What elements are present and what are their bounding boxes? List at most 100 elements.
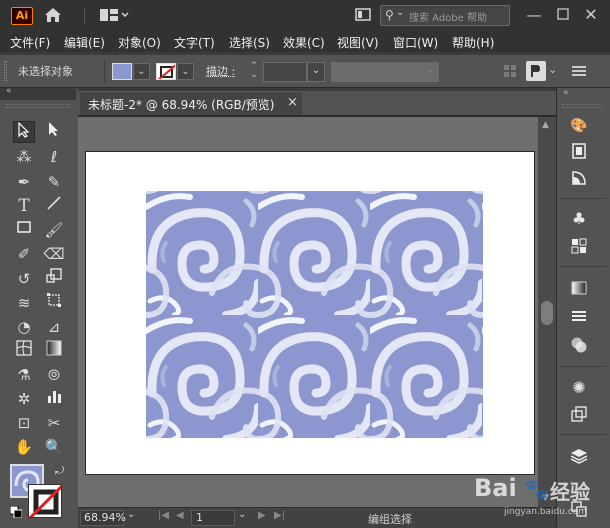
close-tab-icon[interactable]: ×	[287, 95, 298, 110]
stroke-color-box[interactable]	[28, 484, 62, 518]
lasso-tool-icon[interactable]: ℓ	[43, 146, 65, 168]
appearance-panel-icon[interactable]: ✺	[568, 378, 590, 398]
swatches-panel-icon[interactable]	[568, 238, 590, 258]
direct-selection-tool-icon[interactable]	[43, 121, 65, 143]
shape-builder-tool-icon[interactable]: ◔	[13, 316, 35, 338]
stroke-swatch[interactable]	[156, 63, 176, 80]
menu-bar: 文件(F) 编辑(E) 对象(O) 文字(T) 选择(S) 效果(C) 视图(V…	[0, 32, 610, 52]
scroll-thumb[interactable]	[541, 301, 553, 325]
default-fill-stroke-icon[interactable]	[9, 505, 23, 519]
close-window-button[interactable]: ✕	[579, 6, 603, 24]
artboard-number-field[interactable]: 1	[191, 510, 235, 526]
stroke-panel-icon[interactable]	[568, 308, 590, 328]
transparency-panel-icon[interactable]	[568, 336, 590, 356]
color-panel-icon[interactable]: 🎨	[568, 116, 590, 136]
eraser-tool-icon[interactable]: ⌫	[43, 243, 65, 265]
variable-width-profile	[331, 62, 421, 82]
color-guide-panel-icon[interactable]	[568, 143, 590, 163]
swirl-pattern-artwork[interactable]	[146, 191, 483, 438]
zoom-field[interactable]: 68.94%	[80, 510, 126, 526]
shaper-tool-icon[interactable]: ✐	[13, 243, 35, 265]
artboard-dropdown-icon[interactable]: ⌄	[238, 509, 246, 520]
stroke-label[interactable]: 描边 :	[206, 63, 235, 79]
document-tab[interactable]: 未标题-2* @ 68.94% (RGB/预览) ×	[80, 91, 302, 115]
pen-tool-icon[interactable]: ✒	[13, 171, 35, 193]
rotate-tool-icon[interactable]: ↺	[13, 268, 35, 290]
menu-effect[interactable]: 效果(C)	[283, 34, 325, 51]
stroke-dropdown[interactable]: ⌄	[177, 63, 194, 80]
curvature-tool-icon[interactable]: ✎	[43, 171, 65, 193]
fill-dropdown[interactable]: ⌄	[133, 63, 150, 80]
menu-select[interactable]: 选择(S)	[229, 34, 270, 51]
search-dropdown-icon: ⌄	[396, 7, 405, 18]
workspace-layout-icon[interactable]	[97, 7, 131, 27]
menu-object[interactable]: 对象(O)	[118, 34, 161, 51]
menu-help[interactable]: 帮助(H)	[452, 34, 494, 51]
blend-tool-icon[interactable]: ⦾	[43, 364, 65, 386]
artboard-tool-icon[interactable]: ⊡	[13, 412, 35, 434]
first-artboard-icon[interactable]: |◀	[158, 510, 169, 521]
collapse-tools-icon[interactable]: «	[6, 86, 12, 96]
layers-panel-icon[interactable]	[568, 447, 590, 467]
search-input[interactable]: ⚲ ⌄ 搜索 Adobe 帮助	[380, 5, 510, 26]
watermark-url: jingyan.baidu.com	[504, 507, 588, 517]
swap-fill-stroke-icon[interactable]: ⤾	[55, 464, 64, 478]
magic-wand-tool-icon[interactable]: ⁂	[13, 146, 35, 168]
color-themes-panel-icon[interactable]	[568, 170, 590, 190]
width-tool-icon[interactable]: ≋	[13, 292, 35, 314]
minimize-button[interactable]: —	[522, 6, 546, 24]
column-graph-tool-icon[interactable]	[43, 388, 65, 410]
menu-window[interactable]: 窗口(W)	[393, 34, 438, 51]
next-artboard-icon[interactable]: ▶	[258, 510, 266, 521]
control-bar: 未选择对象 ⌄ ⌄ 描边 : ⌃ ⌄ ⌄ ⌄ ⌄	[0, 55, 610, 88]
panel-menu-icon[interactable]	[572, 64, 586, 78]
ai-logo[interactable]: Ai	[11, 7, 33, 25]
vertical-scrollbar[interactable]: ▲ ▼	[538, 117, 556, 507]
align-grid-icon	[503, 64, 517, 78]
perspective-grid-tool-icon[interactable]: ⊿	[43, 316, 65, 338]
menu-edit[interactable]: 编辑(E)	[64, 34, 105, 51]
paintbrush-tool-icon[interactable]: 🖌	[43, 219, 65, 241]
graphic-styles-panel-icon[interactable]	[568, 406, 590, 426]
gradient-tool-icon[interactable]	[43, 340, 65, 362]
search-placeholder: 搜索 Adobe 帮助	[409, 13, 487, 24]
arrange-documents-icon[interactable]	[352, 7, 374, 27]
gradient-panel-icon[interactable]	[568, 280, 590, 300]
selection-tool-icon[interactable]	[13, 121, 35, 143]
zoom-tool-icon[interactable]: 🔍	[43, 436, 65, 458]
zoom-value: 68.94%	[84, 511, 126, 524]
fill-swatch[interactable]	[112, 63, 132, 80]
menu-view[interactable]: 视图(V)	[337, 34, 379, 51]
symbol-sprayer-tool-icon[interactable]: ✲	[13, 388, 35, 410]
search-icon: ⚲	[385, 8, 394, 22]
eyedropper-tool-icon[interactable]: ⚗	[13, 364, 35, 386]
menu-type[interactable]: 文字(T)	[174, 34, 215, 51]
scroll-up-icon[interactable]: ▲	[542, 120, 549, 130]
home-icon[interactable]	[43, 7, 63, 27]
watermark-jingyan: 经验	[550, 480, 590, 504]
symbols-panel-icon[interactable]: ♣	[568, 209, 590, 229]
slice-tool-icon[interactable]: ✂	[43, 412, 65, 434]
maximize-button[interactable]	[551, 6, 575, 24]
status-mode: 编组选择	[368, 513, 412, 526]
type-tool-icon[interactable]: T	[13, 195, 35, 217]
scale-tool-icon[interactable]	[43, 268, 65, 290]
zoom-dropdown-icon[interactable]: ⌄	[127, 509, 135, 520]
stroke-weight-dropdown[interactable]: ⌄	[307, 62, 325, 82]
last-artboard-icon[interactable]: ▶|	[274, 510, 285, 521]
mesh-tool-icon[interactable]	[13, 340, 35, 362]
free-transform-tool-icon[interactable]	[43, 292, 65, 314]
stroke-weight-stepper[interactable]: ⌃ ⌄	[246, 62, 262, 82]
rectangle-tool-icon[interactable]	[13, 219, 35, 241]
prev-artboard-icon[interactable]: ◀	[176, 510, 184, 521]
line-segment-tool-icon[interactable]	[43, 195, 65, 217]
paw-icon: 🐾	[524, 477, 549, 501]
collapse-dock-icon[interactable]: «	[563, 88, 569, 98]
panel-options-chevron[interactable]: ⌄	[548, 63, 557, 76]
title-bar: Ai ⚲ ⌄ 搜索 Adobe 帮助 — ✕	[0, 0, 610, 32]
transform-icon[interactable]	[526, 61, 546, 81]
stroke-weight-input[interactable]	[263, 62, 307, 82]
profile-dropdown: ⌄	[421, 62, 439, 82]
hand-tool-icon[interactable]: ✋	[13, 436, 35, 458]
menu-file[interactable]: 文件(F)	[10, 34, 50, 51]
